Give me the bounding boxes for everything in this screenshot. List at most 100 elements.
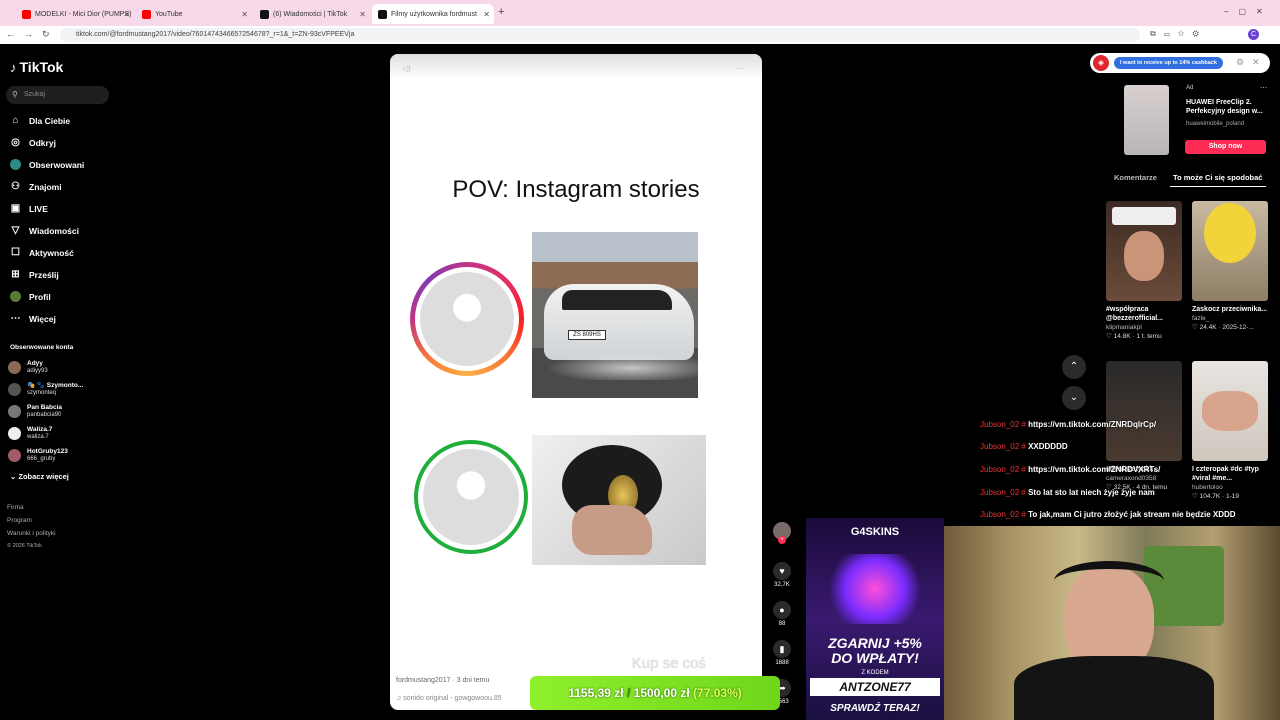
nav-item-live[interactable]: ▣ LIVE bbox=[10, 203, 48, 214]
car-photo: ZS 809HS bbox=[532, 232, 698, 398]
browser-tab-active[interactable]: Filmy użytkownika fordmust ✕ bbox=[372, 4, 494, 24]
volume-icon[interactable]: ◁) bbox=[402, 64, 411, 73]
nav-label: Więcej bbox=[29, 313, 56, 324]
video-thumbnail bbox=[1192, 201, 1268, 301]
see-more-button[interactable]: ⌄ Zobacz więcej bbox=[10, 472, 69, 481]
browser-tab[interactable]: YouTube ✕ bbox=[136, 4, 252, 24]
browser-tab[interactable]: (6) Wiadomości | TikTok ✕ bbox=[254, 4, 370, 24]
friends-icon: ⚇ bbox=[11, 181, 20, 192]
close-icon[interactable]: ✕ bbox=[483, 10, 490, 19]
nav-item-more[interactable]: ⋯ Więcej bbox=[10, 313, 56, 324]
card-user: hubertoloo bbox=[1192, 484, 1223, 491]
promo-brand: G4SKINS bbox=[850, 526, 900, 538]
tab-label: YouTube bbox=[155, 10, 183, 18]
nav-item-for-you[interactable]: ⌂ Dla Ciebie bbox=[10, 115, 70, 126]
promo-with-code: Z KODEM bbox=[861, 670, 889, 676]
fuel-cap-photo bbox=[532, 435, 706, 565]
close-icon[interactable]: ✕ bbox=[1252, 57, 1260, 68]
followed-account[interactable]: Waliza.7 waliza.7 bbox=[8, 426, 52, 441]
donation-percent: (77.03%) bbox=[693, 686, 742, 700]
close-icon[interactable]: ✕ bbox=[241, 10, 248, 19]
emoji-face-thumbnail bbox=[1204, 203, 1256, 263]
more-options-icon[interactable]: ⋯ bbox=[736, 64, 744, 73]
ad-title: HUAWEI FreeClip 2. Perfekcyjny design w.… bbox=[1186, 99, 1263, 115]
more-options-icon[interactable]: ⋯ bbox=[1260, 84, 1267, 92]
tiktok-icon: ♪ bbox=[10, 59, 17, 75]
profile-avatar[interactable]: C bbox=[1248, 29, 1259, 40]
next-video-button[interactable]: ⌄ bbox=[1062, 386, 1086, 410]
ad-sponsor: huaweimobile_poland bbox=[1186, 121, 1245, 127]
chevron-down-icon: ⌄ bbox=[10, 472, 17, 481]
card-title: I czteropak #dc #typ #viral #me... bbox=[1192, 466, 1259, 482]
shop-now-button[interactable]: Shop now bbox=[1185, 140, 1266, 154]
nav-item-following[interactable]: Obserwowani bbox=[10, 159, 84, 170]
video-player[interactable]: ◁) ⋯ POV: Instagram stories ZS 809HS Kup… bbox=[390, 54, 762, 710]
save-button[interactable]: ▮ 1888 bbox=[772, 640, 792, 666]
followed-account[interactable]: Adyy adiyy93 bbox=[8, 360, 48, 375]
promo-line2: DO WPŁATY! bbox=[831, 650, 919, 666]
chat-user: Jubson_02 # bbox=[980, 420, 1026, 429]
nav-item-friends[interactable]: ⚇ Znajomi bbox=[10, 181, 62, 192]
tab-label: MODELKI - Mici Dior (PUMPS) bbox=[35, 10, 132, 18]
video-sound[interactable]: ♫ sonido original - gowgowoou.85 bbox=[396, 695, 502, 702]
hand bbox=[572, 505, 652, 555]
upload-icon: ⊞ bbox=[11, 269, 20, 280]
nav-label: Profil bbox=[29, 291, 51, 302]
logo-text: TikTok bbox=[19, 59, 64, 75]
card-meta: ♡ 14.8K · 1 t. temu bbox=[1106, 333, 1162, 340]
nav-item-profile[interactable]: Profil bbox=[10, 291, 51, 302]
nav-item-explore[interactable]: ◎ Odkryj bbox=[10, 137, 56, 148]
close-icon[interactable]: ✕ bbox=[123, 10, 130, 19]
follow-plus-icon[interactable]: + bbox=[778, 536, 786, 544]
like-button[interactable]: ♥ 32,7K bbox=[772, 562, 792, 588]
tiktok-logo[interactable]: ♪ TikTok bbox=[10, 59, 63, 75]
author-avatar-button[interactable]: + bbox=[772, 522, 792, 544]
footer-link[interactable]: Firma bbox=[7, 504, 24, 511]
search-input[interactable]: ⚲ Szukaj bbox=[6, 86, 109, 104]
footer-link[interactable]: Program bbox=[7, 517, 32, 524]
nav-item-messages[interactable]: ▽ Wiadomości bbox=[10, 225, 79, 236]
footer-link[interactable]: Warunki i polityki bbox=[7, 530, 56, 537]
comment-count: 88 bbox=[778, 621, 786, 627]
gear-icon[interactable]: ⚙ bbox=[1236, 57, 1244, 68]
followed-account[interactable]: 🎭 🐾 Szymonto... szymonteq bbox=[8, 382, 83, 397]
new-tab-button[interactable]: + bbox=[498, 6, 504, 18]
sponsored-ad[interactable]: Ad ⋯ HUAWEI FreeClip 2. Perfekcyjny desi… bbox=[1100, 82, 1270, 162]
back-icon[interactable]: ← bbox=[6, 29, 15, 39]
chat-user: Jubson_02 # bbox=[980, 465, 1026, 474]
tab-recommended[interactable]: To może Ci się spodobać bbox=[1173, 173, 1262, 182]
person-thumbnail bbox=[1202, 391, 1258, 431]
url-input[interactable]: tiktok.com/@fordmustang2017/video/760147… bbox=[60, 28, 1140, 42]
card-title: Zaskocz przeciwnika... bbox=[1192, 306, 1268, 313]
nav-item-activity[interactable]: ☐ Aktywność bbox=[10, 247, 74, 258]
chat-message: Jubson_02 # Sto lat sto lat niech żyje ż… bbox=[980, 488, 1155, 497]
chevron-up-icon: ⌃ bbox=[1069, 361, 1079, 372]
followed-account[interactable]: Pan Babcia panbabcia90 bbox=[8, 404, 62, 419]
previous-video-button[interactable]: ⌃ bbox=[1062, 355, 1086, 379]
followed-account[interactable]: HotGruby123 666_gruby bbox=[8, 448, 68, 463]
card-user: cameraxond0358 bbox=[1106, 475, 1157, 482]
window-controls[interactable]: –▢✕ bbox=[1224, 7, 1273, 16]
forward-icon[interactable]: → bbox=[24, 29, 33, 39]
recommended-video-card[interactable]: I czteropak #dc #typ #viral #me... huber… bbox=[1192, 361, 1268, 501]
card-title: #współpraca @bezzerofficial... bbox=[1106, 306, 1164, 322]
recommended-video-card[interactable]: Zaskocz przeciwnika... fazle_ ♡ 24.4K · … bbox=[1192, 201, 1268, 332]
reload-icon[interactable]: ↻ bbox=[42, 29, 50, 40]
cashback-button[interactable]: I want to receive up to 14% cashback bbox=[1114, 57, 1223, 69]
streamer-shirt bbox=[1014, 656, 1214, 720]
tab-comments[interactable]: Komentarze bbox=[1114, 173, 1157, 182]
close-icon[interactable]: ✕ bbox=[359, 10, 366, 19]
more-icon: ⋯ bbox=[10, 313, 21, 324]
recommended-video-card[interactable]: #współpraca @bezzerofficial... klipmania… bbox=[1106, 201, 1182, 341]
video-caption[interactable]: fordmustang2017 · 3 dni temu bbox=[396, 677, 489, 684]
like-count: 32,7K bbox=[774, 582, 790, 588]
browser-tab[interactable]: MODELKI - Mici Dior (PUMPS) ✕ bbox=[16, 4, 134, 24]
account-handle: szymonteq bbox=[27, 390, 57, 396]
donation-current: 1155,39 zł bbox=[568, 686, 624, 700]
person-thumbnail bbox=[1124, 231, 1164, 281]
account-name: Pan Babcia bbox=[27, 404, 63, 411]
donation-separator: / bbox=[626, 686, 631, 700]
comment-button[interactable]: ● 88 bbox=[772, 601, 792, 627]
nav-item-upload[interactable]: ⊞ Prześlij bbox=[10, 269, 58, 280]
browser-toolbar-icons[interactable]: ⧉▭☆⚙ bbox=[1150, 29, 1207, 39]
